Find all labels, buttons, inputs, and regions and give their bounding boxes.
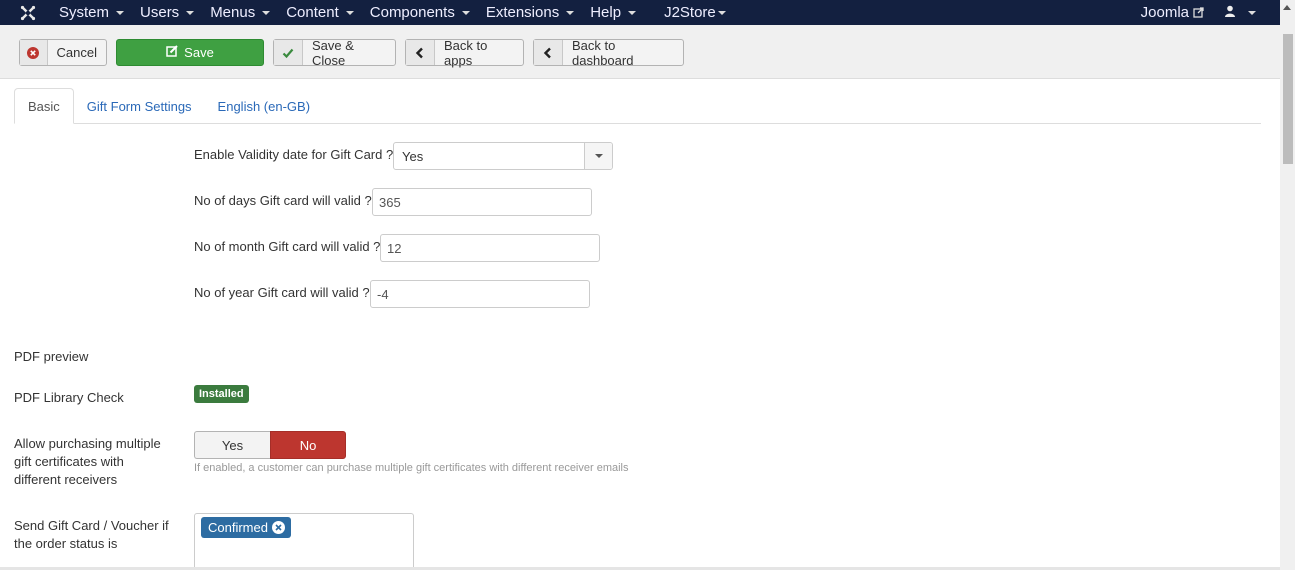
order-status-multiselect[interactable]: Confirmed [194, 513, 414, 570]
pdf-preview-label: PDF preview [14, 349, 89, 364]
years-input[interactable]: -4 [370, 280, 590, 308]
caret-down-icon [628, 10, 637, 15]
top-navbar: System Users Menus Content Components Ex… [0, 0, 1280, 25]
menu-system[interactable]: System [51, 0, 132, 25]
cancel-icon [20, 40, 48, 65]
years-label: No of year Gift card will valid ? [194, 285, 370, 300]
validity-select[interactable]: Yes [393, 142, 613, 170]
months-input[interactable]: 12 [380, 234, 600, 262]
order-status-label: Send Gift Card / Voucher if the order st… [14, 518, 169, 551]
menu-users[interactable]: Users [132, 0, 202, 25]
chevron-left-icon [534, 40, 563, 65]
scrollbar-thumb[interactable] [1283, 34, 1293, 164]
multiple-receivers-label: Allow purchasing multiple gift certifica… [14, 436, 161, 487]
caret-down-icon [345, 10, 354, 15]
days-label: No of days Gift card will valid ? [194, 193, 372, 208]
caret-down-icon [116, 10, 125, 15]
months-label: No of month Gift card will valid ? [194, 239, 381, 254]
menu-help[interactable]: Help [582, 0, 644, 25]
menu-content[interactable]: Content [278, 0, 362, 25]
external-link-icon [1193, 7, 1204, 18]
toggle-yes-button[interactable]: Yes [194, 431, 270, 459]
menu-menus[interactable]: Menus [202, 0, 278, 25]
menu-j2store[interactable]: J2Store [656, 0, 734, 25]
cancel-button[interactable]: Cancel [19, 39, 107, 66]
joomla-logo-icon[interactable] [8, 0, 48, 25]
validity-label: Enable Validity date for Gift Card ? [194, 147, 394, 162]
caret-down-icon [186, 10, 195, 15]
multiple-receivers-help: If enabled, a customer can purchase mult… [194, 462, 629, 474]
save-close-button[interactable]: Save & Close [273, 38, 396, 68]
installed-status-badge: Installed [194, 385, 249, 403]
caret-down-icon [461, 10, 470, 15]
caret-down-icon [584, 143, 612, 169]
user-icon [1224, 4, 1236, 21]
site-link[interactable]: Joomla [1131, 0, 1214, 25]
scroll-up-arrow-icon[interactable] [1283, 5, 1291, 10]
tab-basic[interactable]: Basic [14, 88, 74, 124]
caret-down-icon [1248, 10, 1256, 15]
pdf-library-label: PDF Library Check [14, 390, 124, 405]
tab-english-en-gb[interactable]: English (en-GB) [205, 88, 323, 124]
remove-chip-icon[interactable] [271, 521, 285, 534]
back-to-apps-button[interactable]: Back to apps [405, 38, 524, 68]
back-to-dashboard-button[interactable]: Back to dashboard [533, 38, 684, 68]
caret-down-icon [566, 10, 575, 15]
tab-gift-form-settings[interactable]: Gift Form Settings [74, 88, 205, 124]
page-scrollbar[interactable] [1280, 0, 1295, 570]
toolbar: Cancel Save Save & Close Back to apps Ba… [0, 25, 1280, 79]
chevron-left-icon [406, 40, 435, 65]
menu-extensions[interactable]: Extensions [478, 0, 582, 25]
menu-components[interactable]: Components [362, 0, 478, 25]
user-menu[interactable] [1214, 0, 1266, 25]
toggle-no-button[interactable]: No [270, 431, 346, 459]
edit-icon [166, 45, 178, 60]
tab-bar: Basic Gift Form Settings English (en-GB) [14, 88, 1261, 124]
check-icon [274, 40, 303, 65]
caret-down-icon [262, 10, 271, 15]
days-input[interactable]: 365 [372, 188, 592, 216]
save-button[interactable]: Save [116, 39, 264, 66]
caret-down-icon [717, 10, 726, 15]
multiple-receivers-toggle: Yes No [194, 431, 346, 459]
status-chip-confirmed: Confirmed [201, 517, 291, 538]
